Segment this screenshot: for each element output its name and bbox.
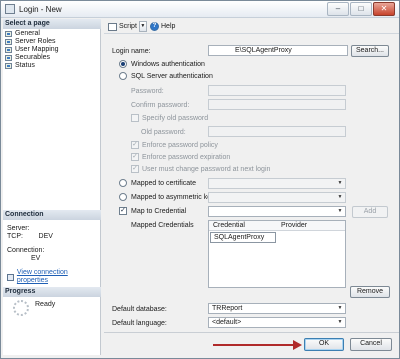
must-change-checkbox[interactable]: ✓ xyxy=(131,165,139,173)
page-icon xyxy=(5,63,12,69)
login-dialog: Login - New – □ ✕ Select a page General … xyxy=(0,0,400,359)
app-icon xyxy=(5,4,15,14)
left-pane: Select a page General Server Roles User … xyxy=(3,19,101,355)
window-title: Login - New xyxy=(19,5,62,14)
password-input[interactable] xyxy=(208,85,346,96)
connection-info: Server: TCP: DEV Connection: EV View con… xyxy=(7,225,99,285)
sql-auth-label: SQL Server authentication xyxy=(131,73,213,80)
footer-divider xyxy=(104,332,399,333)
confirm-password-label: Confirm password: xyxy=(131,102,190,109)
default-database-select[interactable]: TRReport ▼ xyxy=(208,303,346,314)
progress-status: Ready xyxy=(35,301,56,308)
annotation-arrow-line xyxy=(213,344,295,346)
server-tcp: TCP: DEV xyxy=(7,233,53,240)
remove-credential-button[interactable]: Remove xyxy=(350,286,390,298)
maximize-button[interactable]: □ xyxy=(350,2,372,16)
old-password-label: Old password: xyxy=(141,129,186,136)
page-item-label: General xyxy=(15,30,40,37)
script-icon xyxy=(108,22,117,31)
table-row[interactable]: SQLAgentProxy xyxy=(210,232,276,243)
chevron-down-icon: ▼ xyxy=(337,180,343,186)
map-credential-checkbox[interactable]: ✓ xyxy=(119,207,127,215)
connection-header: Connection xyxy=(3,210,101,220)
enforce-expiration-label: Enforce password expiration xyxy=(142,154,231,161)
connection-value: EV xyxy=(31,255,41,262)
grid-header: Credential Provider xyxy=(209,221,345,231)
map-credential-label: Map to Credential xyxy=(131,208,187,215)
asym-key-select[interactable]: ▼ xyxy=(208,192,346,203)
page-item-status[interactable]: Status xyxy=(5,62,99,70)
page-item-label: User Mapping xyxy=(15,46,59,53)
login-name-input[interactable]: E\SQLAgentProxy xyxy=(208,45,348,56)
add-credential-button[interactable]: Add xyxy=(352,206,388,218)
password-label: Password: xyxy=(131,88,164,95)
enforce-policy-label: Enforce password policy xyxy=(142,142,218,149)
mapped-asym-key-label: Mapped to asymmetric key xyxy=(131,194,215,201)
chevron-down-icon: ▼ xyxy=(337,319,343,325)
page-item-server-roles[interactable]: Server Roles xyxy=(5,38,99,46)
windows-auth-radio[interactable] xyxy=(119,60,127,68)
page-icon xyxy=(5,55,12,61)
grid-col-provider: Provider xyxy=(281,222,308,229)
page-item-securables[interactable]: Securables xyxy=(5,54,99,62)
grid-col-credential: Credential xyxy=(213,222,245,229)
window-controls: – □ ✕ xyxy=(327,2,395,16)
certificate-select[interactable]: ▼ xyxy=(208,178,346,189)
mapped-asym-key-radio[interactable] xyxy=(119,193,127,201)
toolbar: Script ▼ ? Help xyxy=(104,19,399,34)
confirm-password-input[interactable] xyxy=(208,99,346,110)
page-icon xyxy=(5,39,12,45)
properties-icon xyxy=(7,273,14,281)
page-icon xyxy=(5,47,12,53)
mapped-credentials-label: Mapped Credentials xyxy=(131,222,194,229)
page-item-label: Securables xyxy=(15,54,51,61)
page-item-label: Server Roles xyxy=(15,38,56,45)
enforce-policy-checkbox[interactable]: ✓ xyxy=(131,141,139,149)
mapped-certificate-label: Mapped to certificate xyxy=(131,180,196,187)
page-icon xyxy=(5,31,12,37)
progress-header: Progress xyxy=(3,287,101,297)
general-page: Login name: E\SQLAgentProxy Search... Wi… xyxy=(104,35,399,332)
must-change-label: User must change password at next login xyxy=(142,166,271,173)
script-dropdown-arrow-icon[interactable]: ▼ xyxy=(138,21,147,32)
select-page-header: Select a page xyxy=(3,19,101,29)
old-password-input[interactable] xyxy=(208,126,346,137)
enforce-expiration-checkbox[interactable]: ✓ xyxy=(131,153,139,161)
page-item-user-mapping[interactable]: User Mapping xyxy=(5,46,99,54)
view-connection-properties-link[interactable]: View connection properties xyxy=(7,269,99,285)
page-item-general[interactable]: General xyxy=(5,30,99,38)
progress-spinner-icon xyxy=(13,300,29,316)
specify-old-password-label: Specify old password xyxy=(142,115,209,122)
default-database-label: Default database: xyxy=(112,306,167,313)
specify-old-password-checkbox[interactable] xyxy=(131,114,139,122)
annotation-arrow-head-icon xyxy=(293,340,302,350)
page-item-label: Status xyxy=(15,62,35,69)
page-list: General Server Roles User Mapping Secura… xyxy=(5,30,99,70)
search-button[interactable]: Search... xyxy=(351,45,389,57)
credential-select[interactable]: ▼ xyxy=(208,206,346,217)
script-button[interactable]: Script ▼ xyxy=(108,21,147,32)
connection-label: Connection: xyxy=(7,247,45,254)
default-language-label: Default language: xyxy=(112,320,167,327)
mapped-certificate-radio[interactable] xyxy=(119,179,127,187)
sql-auth-radio[interactable] xyxy=(119,72,127,80)
ok-button[interactable]: OK xyxy=(304,338,344,351)
close-button[interactable]: ✕ xyxy=(373,2,395,16)
help-button[interactable]: ? Help xyxy=(150,21,175,32)
mapped-credentials-grid[interactable]: Credential Provider SQLAgentProxy xyxy=(208,220,346,288)
cancel-button[interactable]: Cancel xyxy=(350,338,392,351)
server-label: Server: xyxy=(7,225,30,232)
minimize-button[interactable]: – xyxy=(327,2,349,16)
windows-auth-label: Windows authentication xyxy=(131,61,205,68)
help-icon: ? xyxy=(150,22,159,31)
chevron-down-icon: ▼ xyxy=(337,194,343,200)
chevron-down-icon: ▼ xyxy=(337,208,343,214)
title-bar: Login - New – □ ✕ xyxy=(1,1,399,18)
login-name-label: Login name: xyxy=(112,48,151,55)
default-language-select[interactable]: <default> ▼ xyxy=(208,317,346,328)
chevron-down-icon: ▼ xyxy=(337,305,343,311)
